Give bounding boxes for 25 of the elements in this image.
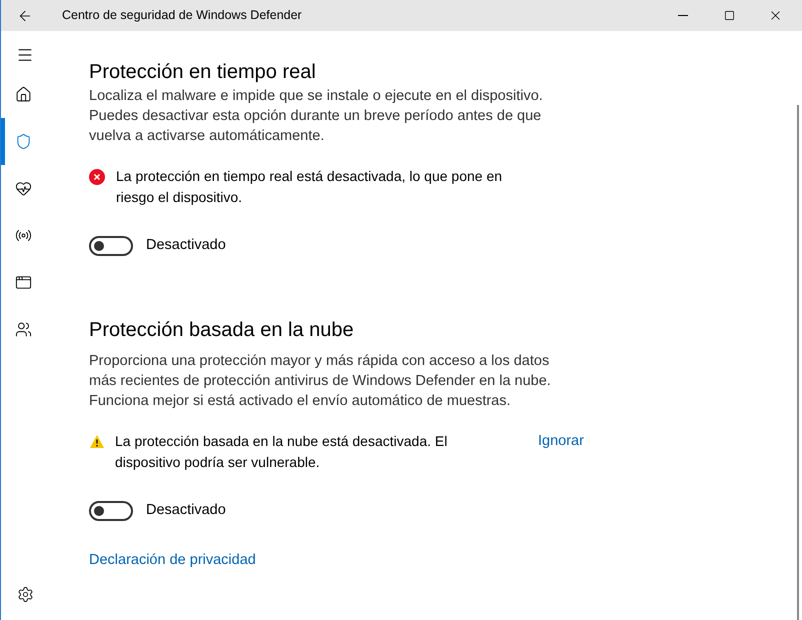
heart-pulse-icon [14,180,32,197]
toggle-switch[interactable] [89,500,133,521]
minimize-icon [678,15,688,16]
settings-icon [16,586,34,602]
section-description: Proporciona una protección mayor y más rápida con acceso a los datos más recientes de protección antivirus de Windows Defender en la nube. Funciona mejor si está activado el envío automático de muestras. [89,352,552,411]
section-title: Protección en tiempo real [89,60,317,85]
window-icon [14,274,32,291]
privacy-link[interactable]: Declaración de privacidad [89,550,256,572]
shield-icon [14,133,32,150]
toggle-label: Desactivado [146,236,226,255]
toggle-switch[interactable] [89,236,133,256]
home-icon [14,86,32,103]
maximize-icon [724,10,734,21]
people-icon [14,321,32,338]
section-description: Localiza el malware e impide que se instale o ejecute en el dispositivo. Puedes desactivar esta opción durante un breve período antes de que vuelva a activarse automáticamente. [89,87,544,146]
toggle-label: Desactivado [146,500,226,520]
antenna-icon [14,227,32,244]
section-title: Protección basada en la nube [89,318,355,343]
alert-message: La protección basada en la nube está desactivada. El dispositivo podría ser vulnerable. [115,432,448,472]
ignore-link[interactable]: Ignorar [538,430,584,452]
scrollbar[interactable] [797,105,799,620]
window-title: Centro de seguridad de Windows Defender [62,7,302,24]
error-icon [89,169,105,185]
warning-icon [90,434,104,448]
alert-message: La protección en tiempo real está desactivada, lo que pone en riesgo el dispositivo. [116,167,504,207]
